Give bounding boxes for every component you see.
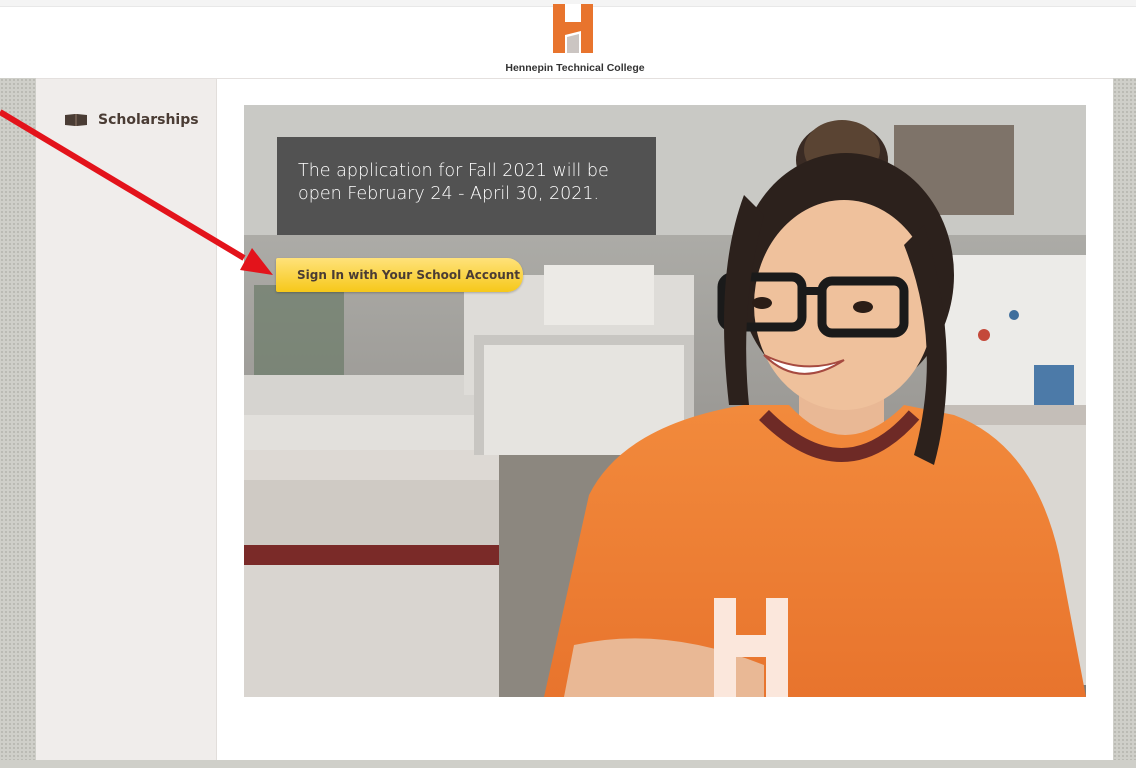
college-name: Hennepin Technical College xyxy=(505,62,645,74)
right-dotted-border xyxy=(1113,78,1136,768)
application-notice: The application for Fall 2021 will be op… xyxy=(277,137,656,235)
left-dotted-border xyxy=(0,78,36,768)
college-logo-icon xyxy=(553,4,593,53)
book-icon xyxy=(65,114,87,126)
sidebar-item-label: Scholarships xyxy=(98,112,199,128)
bottom-border xyxy=(0,760,1136,768)
sidebar: Scholarships xyxy=(36,79,217,760)
sign-in-school-account-button[interactable]: Sign In with Your School Account xyxy=(276,258,523,292)
sidebar-item-scholarships[interactable]: Scholarships xyxy=(64,112,199,128)
page-header: Hennepin Technical College xyxy=(0,0,1136,79)
